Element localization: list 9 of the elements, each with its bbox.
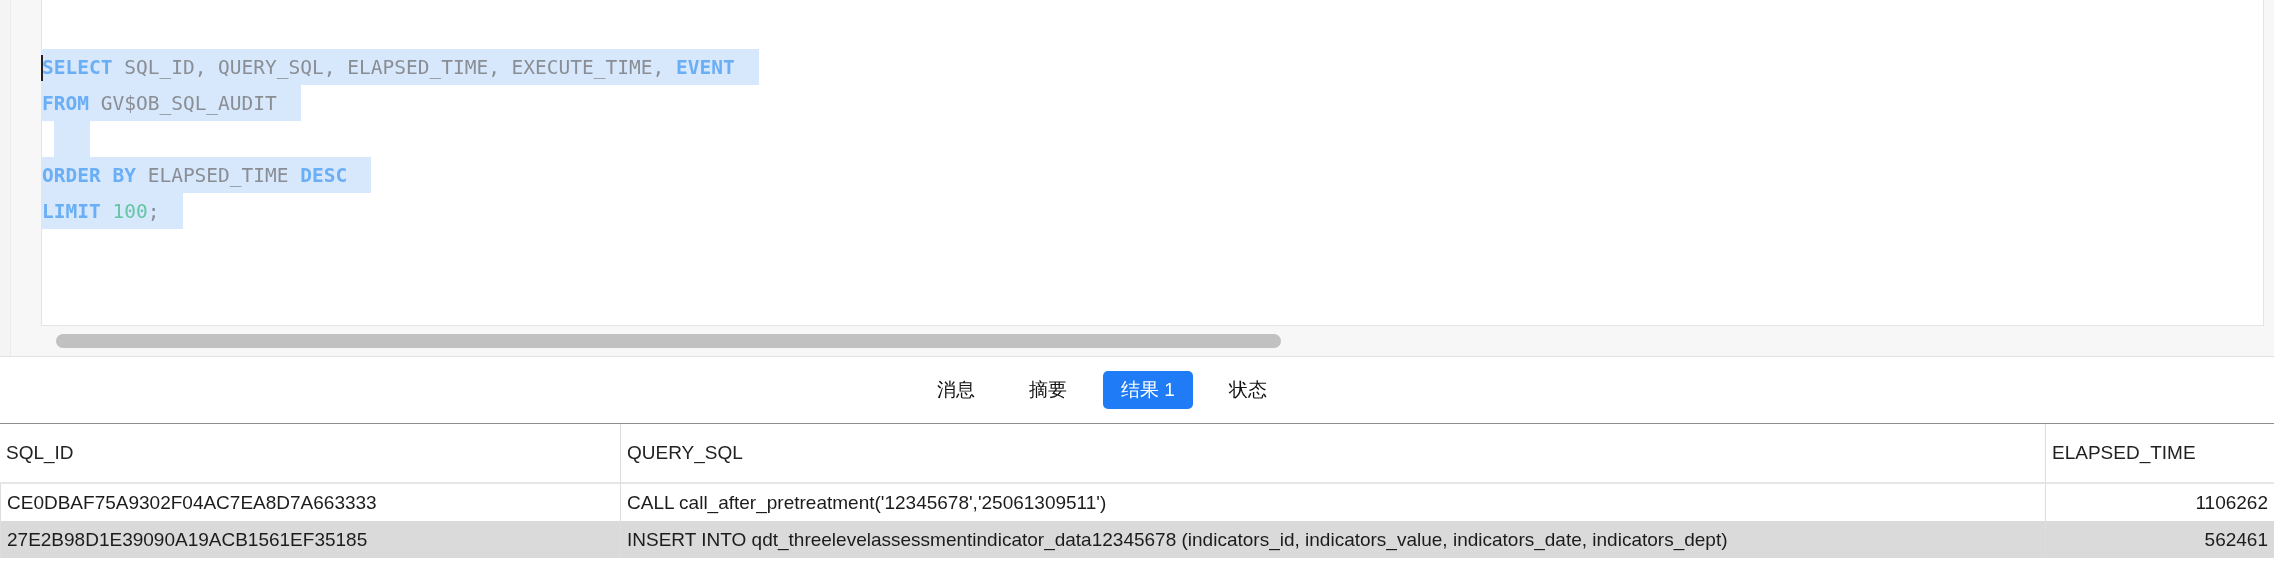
table-cell: 562461 <box>2045 521 2274 558</box>
horizontal-scrollbar[interactable] <box>56 334 1281 348</box>
result-tab[interactable]: 状态 <box>1210 371 1285 409</box>
table-cell: 27E2B98D1E39090A19ACB1561EF35185 <box>0 521 620 558</box>
text-cursor <box>41 55 43 81</box>
table-cell: INSERT INTO qdt_threelevelassessmentindicator_data12345678 (indicators_id, indicators_value, indicators_date, indicators_dept) <box>620 521 2045 558</box>
result-tab[interactable]: 摘要 <box>1011 371 1086 409</box>
result-tab[interactable]: 消息 <box>919 371 994 409</box>
result-tab[interactable]: 结果 1 <box>1103 371 1193 409</box>
